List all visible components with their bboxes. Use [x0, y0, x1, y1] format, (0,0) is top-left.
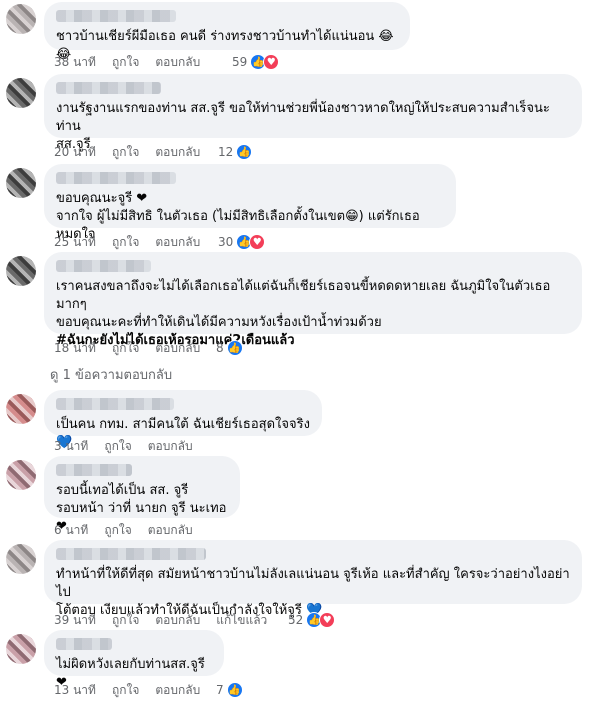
avatar[interactable]: [6, 634, 36, 664]
avatar[interactable]: [6, 256, 36, 286]
reply-button[interactable]: ตอบกลับ: [148, 437, 193, 456]
like-button[interactable]: ถูกใจ: [112, 143, 139, 162]
reaction-count: 52: [288, 613, 304, 627]
comment-actions: 3 นาที ถูกใจ ตอบกลับ: [54, 438, 193, 454]
comment-text: รอบนี้เทอได้เป็น สส. จูรี: [56, 483, 189, 498]
like-icon: 👍: [226, 340, 243, 356]
like-button[interactable]: ถูกใจ: [112, 233, 139, 252]
reaction-summary[interactable]: 52 👍 ♥: [288, 612, 336, 628]
commenter-name[interactable]: [56, 10, 176, 22]
avatar[interactable]: [6, 460, 36, 490]
reply-button[interactable]: ตอบกลับ: [155, 681, 200, 700]
comment-text: เราคนสงขลาถึงจะไม่ได้เลือกเธอได้แต่ฉันก็…: [56, 279, 551, 312]
view-replies-link[interactable]: ดู 1 ข้อความตอบกลับ: [50, 364, 172, 385]
commenter-name[interactable]: [56, 464, 132, 476]
timestamp[interactable]: 25 นาที: [54, 233, 96, 252]
comment-bubble: ไม่ผิดหวังเลยกับท่านสส.จูรี❤: [44, 630, 224, 690]
like-button[interactable]: ถูกใจ: [112, 53, 139, 72]
comment-bubble: เป็นคน กทม. สามีคนใต้ ฉันเชียร์เธอสุดใจจ…: [44, 390, 322, 450]
like-button[interactable]: ถูกใจ: [104, 521, 131, 540]
reaction-summary[interactable]: 7 👍: [216, 682, 243, 698]
comment-actions: 38 นาที ถูกใจ ตอบกลับ: [54, 54, 200, 70]
commenter-name[interactable]: [56, 548, 206, 560]
like-icon: 👍: [236, 144, 253, 160]
timestamp[interactable]: 3 นาที: [54, 437, 88, 456]
timestamp[interactable]: 13 นาที: [54, 681, 96, 700]
reaction-summary[interactable]: 30 👍 ♥: [218, 234, 266, 250]
comment-actions: 6 นาที ถูกใจ ตอบกลับ: [54, 522, 193, 538]
comment-text: ทำหน้าที่ให้ดีที่สุด สมัยหน้าชาวบ้านไม่ล…: [56, 567, 570, 600]
avatar[interactable]: [6, 4, 36, 34]
reply-button[interactable]: ตอบกลับ: [155, 233, 200, 252]
commenter-name[interactable]: [56, 638, 112, 650]
comment-actions: 18 นาที ถูกใจ ตอบกลับ: [54, 340, 200, 356]
avatar[interactable]: [6, 78, 36, 108]
reply-button[interactable]: ตอบกลับ: [155, 611, 200, 630]
reaction-count: 12: [218, 145, 234, 159]
like-button[interactable]: ถูกใจ: [112, 339, 139, 358]
comment-bubble: ชาวบ้านเชียร์ผีมือเธอ คนดี ร่างทรงชาวบ้า…: [44, 2, 410, 62]
like-button[interactable]: ถูกใจ: [104, 437, 131, 456]
reply-button[interactable]: ตอบกลับ: [155, 53, 200, 72]
love-icon: ♥: [249, 234, 266, 250]
like-button[interactable]: ถูกใจ: [112, 611, 139, 630]
timestamp[interactable]: 6 นาที: [54, 521, 88, 540]
like-icon: 👍: [226, 682, 243, 698]
comment-actions: 20 นาที ถูกใจ ตอบกลับ: [54, 144, 200, 160]
comment-bubble: ทำหน้าที่ให้ดีที่สุด สมัยหน้าชาวบ้านไม่ล…: [44, 540, 582, 618]
love-icon: ♥: [319, 612, 336, 628]
avatar[interactable]: [6, 544, 36, 574]
reaction-count: 30: [218, 235, 234, 249]
commenter-name[interactable]: [56, 172, 176, 184]
like-button[interactable]: ถูกใจ: [112, 681, 139, 700]
comment-actions: 13 นาที ถูกใจ ตอบกลับ: [54, 682, 200, 698]
comment-text: ขอบคุณนะคะที่ทำให้เดินได้มีความหวังเรื่อ…: [56, 315, 382, 330]
reaction-summary[interactable]: 8 👍: [216, 340, 243, 356]
reaction-summary[interactable]: 12 👍: [218, 144, 253, 160]
reaction-count: 7: [216, 683, 224, 697]
commenter-name[interactable]: [56, 260, 151, 272]
edited-label: แก้ไขแล้ว: [216, 612, 268, 627]
comment-actions: 39 นาที ถูกใจ ตอบกลับ แก้ไขแล้ว: [54, 612, 267, 628]
timestamp[interactable]: 18 นาที: [54, 339, 96, 358]
comment-text: ขอบคุณนะจูรี ❤: [56, 191, 148, 206]
avatar[interactable]: [6, 394, 36, 424]
reaction-summary[interactable]: 59 👍 ♥: [232, 54, 280, 70]
reaction-count: 8: [216, 341, 224, 355]
comment-bubble: เราคนสงขลาถึงจะไม่ได้เลือกเธอได้แต่ฉันก็…: [44, 252, 582, 348]
comment-bubble: งานรัฐงานแรกของท่าน สส.จูรี ขอให้ท่านช่ว…: [44, 74, 582, 152]
timestamp[interactable]: 39 นาที: [54, 611, 96, 630]
reply-button[interactable]: ตอบกลับ: [155, 339, 200, 358]
comment-text: งานรัฐงานแรกของท่าน สส.จูรี ขอให้ท่านช่ว…: [56, 101, 550, 134]
comment-actions: 25 นาที ถูกใจ ตอบกลับ: [54, 234, 200, 250]
timestamp[interactable]: 20 นาที: [54, 143, 96, 162]
timestamp[interactable]: 38 นาที: [54, 53, 96, 72]
reply-button[interactable]: ตอบกลับ: [148, 521, 193, 540]
reaction-count: 59: [232, 55, 248, 69]
reply-button[interactable]: ตอบกลับ: [155, 143, 200, 162]
commenter-name[interactable]: [56, 398, 174, 410]
commenter-name[interactable]: [56, 82, 161, 94]
comment-bubble: ขอบคุณนะจูรี ❤ จากใจ ผู้ไม่มีสิทธิ ในตัว…: [44, 164, 456, 242]
love-icon: ♥: [263, 54, 280, 70]
comment-bubble: รอบนี้เทอได้เป็น สส. จูรี รอบหน้า ว่าที่…: [44, 456, 240, 534]
avatar[interactable]: [6, 168, 36, 198]
